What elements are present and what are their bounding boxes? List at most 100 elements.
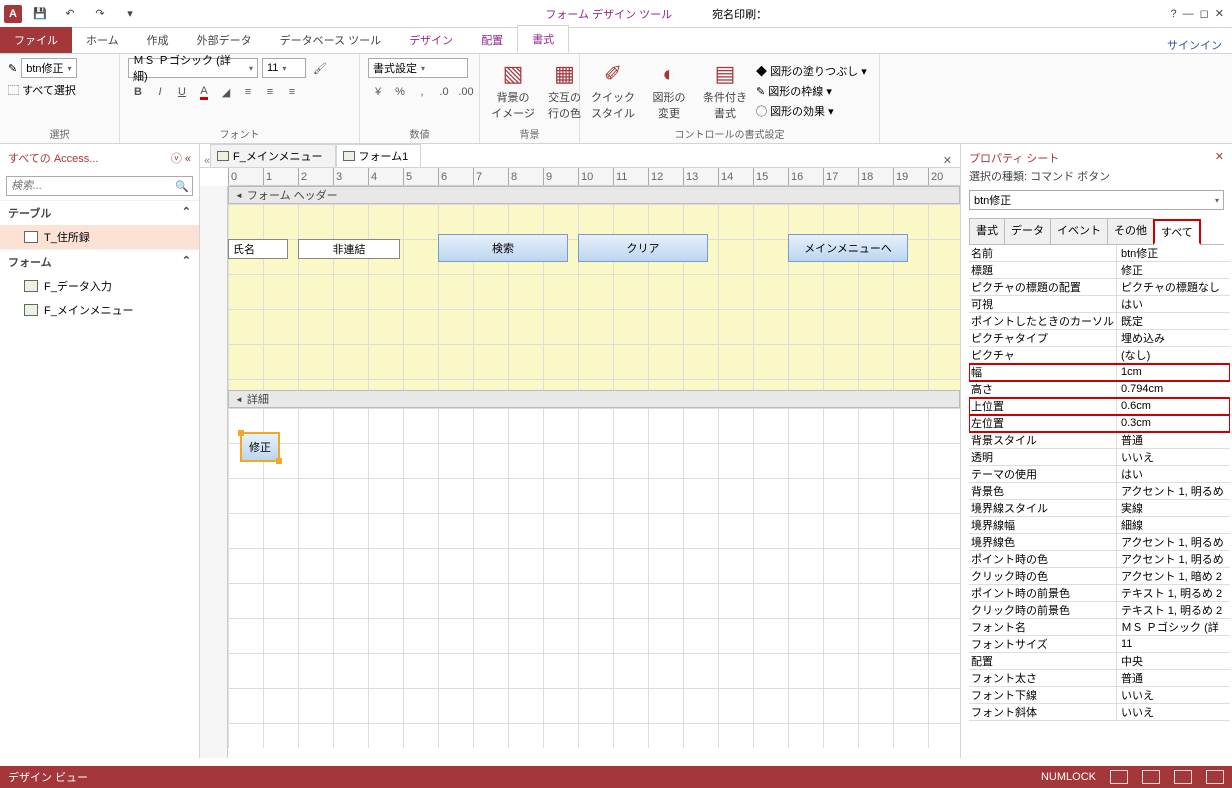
property-value[interactable]: 中央 (1117, 653, 1230, 669)
align-center-button[interactable]: ≡ (260, 82, 280, 102)
property-value[interactable]: いいえ (1117, 704, 1230, 720)
tab-create[interactable]: 作成 (133, 27, 183, 53)
view-layout-icon[interactable] (1174, 770, 1192, 784)
decrease-decimal-button[interactable]: .00 (456, 82, 476, 102)
property-value[interactable]: 0.3cm (1117, 417, 1230, 429)
property-object-combo[interactable]: btn修正▾ (969, 190, 1224, 210)
property-value[interactable]: いいえ (1117, 449, 1230, 465)
property-row[interactable]: ポイント時の色アクセント 1, 明るめ (969, 551, 1230, 568)
sign-in-link[interactable]: サインイン (1167, 37, 1232, 53)
property-value[interactable]: 普通 (1117, 432, 1230, 448)
property-row[interactable]: クリック時の前景色テキスト 1, 明るめ 2 (969, 602, 1230, 619)
minimize-icon[interactable]: — (1183, 8, 1194, 20)
property-value[interactable]: 0.6cm (1117, 400, 1230, 412)
property-row[interactable]: 境界線スタイル実線 (969, 500, 1230, 517)
property-row[interactable]: 境界線色アクセント 1, 明るめ (969, 534, 1230, 551)
underline-button[interactable]: U (172, 82, 192, 102)
shape-outline-button[interactable]: ✎ 図形の枠線 ▾ (756, 83, 867, 99)
nav-group-forms[interactable]: フォーム⌃ (0, 249, 199, 274)
form-header-area[interactable]: 氏名 非連結 検索 クリア メインメニューへ (228, 204, 960, 390)
qat-dropdown-icon[interactable]: ▾ (118, 3, 142, 25)
tab-home[interactable]: ホーム (72, 27, 133, 53)
property-row[interactable]: テーマの使用はい (969, 466, 1230, 483)
textbox-unbound[interactable]: 非連結 (298, 239, 400, 259)
property-row[interactable]: ピクチャタイプ埋め込み (969, 330, 1230, 347)
view-datasheet-icon[interactable] (1142, 770, 1160, 784)
property-value[interactable]: (なし) (1117, 347, 1230, 363)
property-row[interactable]: フォントサイズ11 (969, 636, 1230, 653)
property-value[interactable]: はい (1117, 296, 1230, 312)
button-mainmenu[interactable]: メインメニューへ (788, 234, 908, 262)
tab-external-data[interactable]: 外部データ (183, 27, 266, 53)
change-shape-button[interactable]: ◐図形の 変更 (644, 59, 694, 123)
bold-button[interactable]: B (128, 82, 148, 102)
undo-icon[interactable]: ↶ (58, 3, 82, 25)
property-value[interactable]: 埋め込み (1117, 330, 1230, 346)
property-row[interactable]: フォント名ＭＳ Ｐゴシック (詳 (969, 619, 1230, 636)
align-right-button[interactable]: ≡ (282, 82, 302, 102)
selection-combo[interactable]: btn修正▾ (21, 58, 76, 78)
property-row[interactable]: 幅1cm (969, 364, 1230, 381)
number-format-combo[interactable]: 書式設定▾ (368, 58, 468, 78)
property-value[interactable]: はい (1117, 466, 1230, 482)
doc-tab-form1[interactable]: フォーム1 (336, 144, 422, 167)
section-form-header[interactable]: ◄フォーム ヘッダー (228, 186, 960, 204)
italic-button[interactable]: I (150, 82, 170, 102)
button-edit-selected[interactable]: 修正 (240, 432, 280, 462)
nav-form-item[interactable]: F_データ入力 (0, 274, 199, 298)
property-row[interactable]: ピクチャの標題の配置ピクチャの標題なし (969, 279, 1230, 296)
property-value[interactable]: 1cm (1117, 366, 1230, 378)
doc-tab-close-icon[interactable]: ✕ (943, 154, 960, 167)
property-row[interactable]: 名前btn修正 (969, 245, 1230, 262)
horizontal-ruler[interactable]: 0123456789101112131415161718192021222324… (228, 168, 960, 186)
label-name[interactable]: 氏名 (228, 239, 288, 259)
tab-file[interactable]: ファイル (0, 27, 72, 53)
detail-area[interactable]: 修正 (228, 408, 960, 748)
property-row[interactable]: 背景スタイル普通 (969, 432, 1230, 449)
font-size-combo[interactable]: 11▾ (262, 58, 306, 78)
property-value[interactable]: アクセント 1, 明るめ (1117, 534, 1230, 550)
format-painter-icon[interactable]: 🖌 (310, 58, 330, 78)
save-icon[interactable]: 💾 (28, 3, 52, 25)
property-value[interactable]: アクセント 1, 暗め 2 (1117, 568, 1230, 584)
currency-button[interactable]: ¥ (368, 82, 388, 102)
property-value[interactable]: テキスト 1, 明るめ 2 (1117, 585, 1230, 601)
font-color-button[interactable]: A (194, 82, 214, 102)
shape-effects-button[interactable]: ◯ 図形の効果 ▾ (756, 103, 867, 119)
property-row[interactable]: 可視はい (969, 296, 1230, 313)
property-row[interactable]: ピクチャ(なし) (969, 347, 1230, 364)
percent-button[interactable]: % (390, 82, 410, 102)
property-row[interactable]: 標題修正 (969, 262, 1230, 279)
prop-tab-format[interactable]: 書式 (969, 218, 1005, 244)
property-row[interactable]: 配置中央 (969, 653, 1230, 670)
nav-pane-title[interactable]: すべての Access...ⓥ « (0, 144, 199, 172)
property-value[interactable]: 修正 (1117, 262, 1230, 278)
select-all-button[interactable]: ⬚ すべて選択 (8, 82, 76, 98)
property-row[interactable]: クリック時の色アクセント 1, 暗め 2 (969, 568, 1230, 585)
property-value[interactable]: 既定 (1117, 313, 1230, 329)
property-value[interactable]: いいえ (1117, 687, 1230, 703)
nav-group-tables[interactable]: テーブル⌃ (0, 200, 199, 225)
prop-tab-all[interactable]: すべて (1153, 219, 1201, 245)
property-value[interactable]: ＭＳ Ｐゴシック (詳 (1117, 619, 1230, 635)
property-row[interactable]: 高さ0.794cm (969, 381, 1230, 398)
redo-icon[interactable]: ↷ (88, 3, 112, 25)
property-value[interactable]: アクセント 1, 明るめ (1117, 551, 1230, 567)
close-icon[interactable]: ✕ (1215, 7, 1224, 20)
form-canvas[interactable]: ◄フォーム ヘッダー 氏名 非連結 検索 クリア メインメニューへ ◄詳細 修正 (228, 186, 960, 758)
view-design-icon[interactable] (1206, 770, 1224, 784)
property-row[interactable]: 境界線幅細線 (969, 517, 1230, 534)
view-form-icon[interactable] (1110, 770, 1128, 784)
prop-tab-other[interactable]: その他 (1107, 218, 1154, 244)
property-value[interactable]: 実線 (1117, 500, 1230, 516)
nav-search[interactable]: 🔍 (6, 176, 193, 196)
property-row[interactable]: 上位置0.6cm (969, 398, 1230, 415)
prop-tab-event[interactable]: イベント (1050, 218, 1108, 244)
nav-search-input[interactable] (7, 177, 172, 195)
property-row[interactable]: ポイントしたときのカーソル既定 (969, 313, 1230, 330)
property-row[interactable]: フォント斜体いいえ (969, 704, 1230, 721)
property-row[interactable]: 左位置0.3cm (969, 415, 1230, 432)
search-icon[interactable]: 🔍 (172, 177, 192, 195)
background-image-button[interactable]: ▧背景の イメージ (488, 59, 538, 123)
property-value[interactable]: アクセント 1, 明るめ (1117, 483, 1230, 499)
